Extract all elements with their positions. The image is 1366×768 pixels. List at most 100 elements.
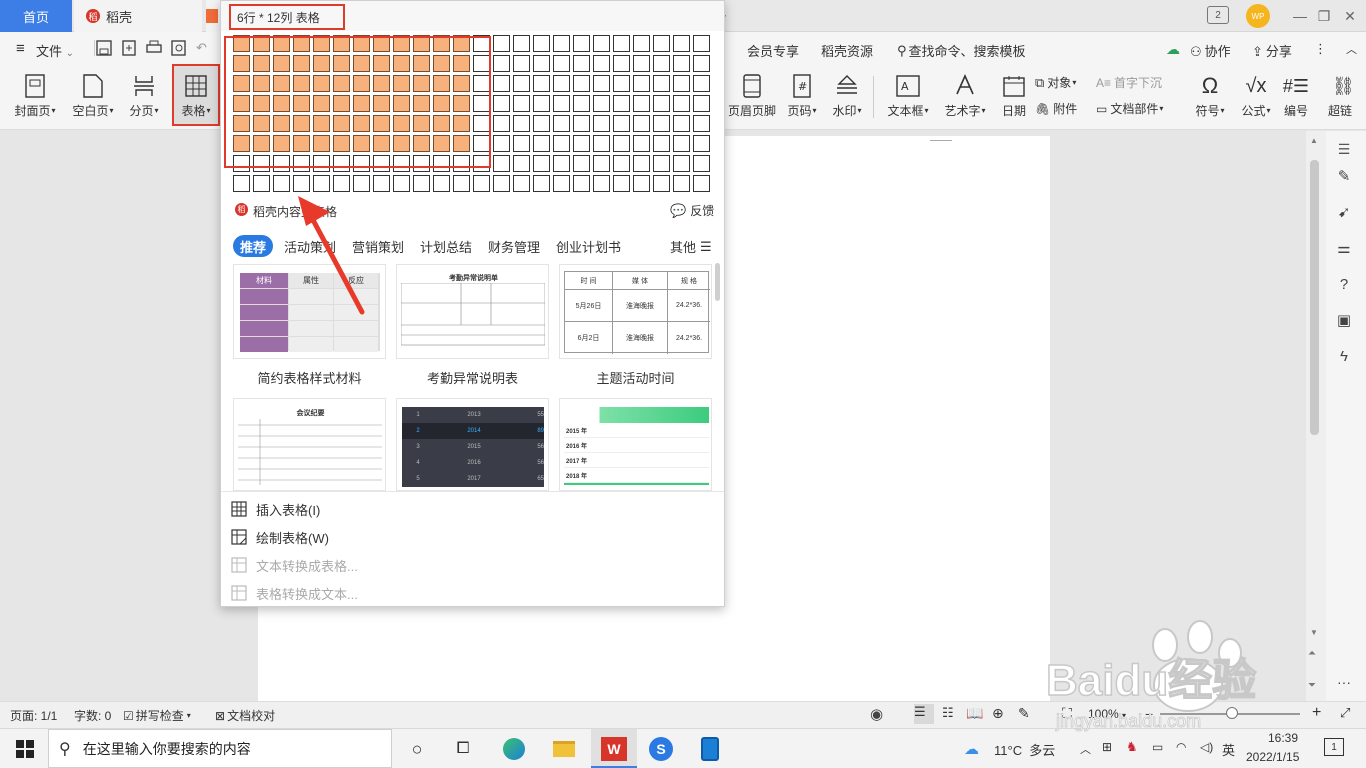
more-tools-icon[interactable]: ··· bbox=[1334, 672, 1354, 692]
word-count[interactable]: 字数: 0 bbox=[74, 707, 111, 724]
read-view-icon[interactable]: 📖 bbox=[966, 705, 983, 722]
table-button[interactable]: 表格 ▾ bbox=[172, 64, 220, 126]
grid-cell[interactable] bbox=[553, 175, 570, 192]
next-page-icon[interactable]: ⏷ bbox=[1308, 680, 1316, 691]
grid-cell[interactable] bbox=[553, 135, 570, 152]
volume-icon[interactable]: ◁) bbox=[1200, 740, 1213, 754]
attachment-button[interactable]: 🖇 附件 bbox=[1035, 100, 1077, 117]
grid-cell[interactable] bbox=[653, 75, 670, 92]
command-search[interactable]: ⚲ 查找命令、搜索模板 bbox=[897, 41, 1026, 60]
grid-cell[interactable] bbox=[493, 95, 510, 112]
cursor-icon[interactable]: ➹ bbox=[1334, 202, 1354, 222]
grid-cell[interactable] bbox=[593, 175, 610, 192]
scroll-down-icon[interactable]: ▼ bbox=[1310, 628, 1318, 637]
sogou-icon[interactable]: S bbox=[646, 734, 676, 764]
clock-date[interactable]: 2022/1/15 bbox=[1246, 750, 1299, 764]
grid-cell[interactable] bbox=[593, 155, 610, 172]
grid-cell[interactable] bbox=[613, 55, 630, 72]
grid-cell[interactable] bbox=[253, 175, 270, 192]
grid-cell[interactable] bbox=[573, 55, 590, 72]
grid-cell[interactable] bbox=[513, 175, 530, 192]
grid-cell[interactable] bbox=[633, 95, 650, 112]
page-number-button[interactable]: # 页码 ▾ bbox=[784, 70, 820, 126]
print-icon[interactable] bbox=[146, 40, 162, 56]
symbol-button[interactable]: Ω 符号 ▾ bbox=[1190, 70, 1230, 126]
blank-page-button[interactable]: 空白页 ▾ bbox=[68, 70, 118, 126]
taskbar-search[interactable]: ⚲ 在这里输入你要搜索的内容 bbox=[48, 729, 392, 768]
grid-cell[interactable] bbox=[273, 175, 290, 192]
collapse-ribbon-icon[interactable]: ︿ bbox=[1346, 41, 1357, 57]
hyperlink-button[interactable]: ⛓ 超链 bbox=[1326, 70, 1366, 126]
draw-table-button[interactable]: 绘制表格(W) bbox=[231, 523, 329, 551]
tab-document[interactable] bbox=[206, 0, 220, 32]
grid-cell[interactable] bbox=[553, 55, 570, 72]
grid-cell[interactable] bbox=[533, 135, 550, 152]
spellcheck-button[interactable]: ☑ 拼写检查 ▾ bbox=[123, 707, 191, 724]
grid-cell[interactable] bbox=[553, 75, 570, 92]
date-button[interactable]: 日期 bbox=[998, 70, 1030, 126]
page-indicator[interactable]: 页面: 1/1 bbox=[10, 707, 57, 724]
grid-cell[interactable] bbox=[633, 115, 650, 132]
grid-cell[interactable] bbox=[613, 175, 630, 192]
tray-expand-icon[interactable]: ︿ bbox=[1080, 741, 1091, 757]
cover-page-button[interactable]: 封面页 ▾ bbox=[10, 70, 60, 126]
grid-cell[interactable] bbox=[553, 95, 570, 112]
tab-home[interactable]: 首页 bbox=[0, 0, 72, 32]
sidebar-menu-icon[interactable]: ☰ bbox=[1334, 140, 1354, 158]
grid-cell[interactable] bbox=[693, 55, 710, 72]
grid-cell[interactable] bbox=[593, 135, 610, 152]
insert-table-button[interactable]: 插入表格(I) bbox=[231, 495, 320, 523]
grid-cell[interactable] bbox=[493, 75, 510, 92]
grid-cell[interactable] bbox=[573, 155, 590, 172]
weather-text[interactable]: 11°C 多云 bbox=[994, 740, 1055, 759]
grid-cell[interactable] bbox=[673, 155, 690, 172]
grid-cell[interactable] bbox=[693, 115, 710, 132]
template-card-3[interactable]: 时 间 媒 体 规 格 5月26日 淮海晚报 24.2*36. 6月2日 淮海晚… bbox=[559, 264, 712, 359]
grid-cell[interactable] bbox=[513, 155, 530, 172]
object-button[interactable]: ⧉ 对象 ▾ bbox=[1035, 74, 1076, 91]
grid-cell[interactable] bbox=[533, 155, 550, 172]
help-icon[interactable]: ? bbox=[1334, 274, 1354, 294]
grid-cell[interactable] bbox=[493, 135, 510, 152]
phone-app-icon[interactable] bbox=[695, 734, 725, 764]
save-icon[interactable] bbox=[96, 40, 112, 56]
grid-cell[interactable] bbox=[593, 35, 610, 52]
qq-icon[interactable]: ♞ bbox=[1126, 739, 1138, 755]
grid-cell[interactable] bbox=[513, 35, 530, 52]
grid-cell[interactable] bbox=[513, 75, 530, 92]
watermark-button[interactable]: 水印 ▾ bbox=[829, 70, 865, 126]
zoom-level[interactable]: 100% ▾ bbox=[1088, 707, 1126, 721]
eye-icon[interactable]: ◉ bbox=[870, 705, 883, 723]
grid-cell[interactable] bbox=[593, 75, 610, 92]
scrollbar-thumb[interactable] bbox=[1310, 160, 1319, 435]
cortana-icon[interactable]: ○ bbox=[402, 734, 432, 764]
grid-cell[interactable] bbox=[653, 55, 670, 72]
outline-view-icon[interactable]: ☷ bbox=[942, 705, 954, 721]
wordart-button[interactable]: 艺术字 ▾ bbox=[941, 70, 989, 126]
grid-cell[interactable] bbox=[553, 155, 570, 172]
close-icon[interactable]: ✕ bbox=[1336, 4, 1364, 28]
grid-cell[interactable] bbox=[613, 75, 630, 92]
sliders-icon[interactable]: ⚌ bbox=[1334, 238, 1354, 258]
menu-vip[interactable]: 会员专享 bbox=[747, 41, 799, 60]
grid-cell[interactable] bbox=[633, 75, 650, 92]
grid-cell[interactable] bbox=[513, 115, 530, 132]
grid-cell[interactable] bbox=[533, 55, 550, 72]
page-break-button[interactable]: 分页 ▾ bbox=[124, 70, 164, 126]
web-view-icon[interactable]: ⊕ bbox=[992, 705, 1004, 722]
clock-time[interactable]: 16:39 bbox=[1262, 731, 1304, 745]
grid-cell[interactable] bbox=[673, 35, 690, 52]
header-footer-button[interactable]: 页眉页脚 bbox=[726, 70, 778, 126]
grid-cell[interactable] bbox=[573, 135, 590, 152]
prev-page-icon[interactable]: ⏶ bbox=[1308, 648, 1316, 659]
print-preview-icon[interactable] bbox=[171, 40, 187, 56]
fit-page-icon[interactable]: ⛶ bbox=[1062, 705, 1072, 722]
grid-cell[interactable] bbox=[633, 55, 650, 72]
grid-cell[interactable] bbox=[693, 95, 710, 112]
grid-cell[interactable] bbox=[673, 55, 690, 72]
grid-cell[interactable] bbox=[233, 175, 250, 192]
template-card-5[interactable]: 1 2013 55 2 2014 89 3 2015 56 4 2016 56 5 2017 65 bbox=[396, 398, 549, 491]
grid-cell[interactable] bbox=[653, 175, 670, 192]
grid-cell[interactable] bbox=[593, 55, 610, 72]
category-startup[interactable]: 创业计划书 bbox=[556, 237, 621, 256]
